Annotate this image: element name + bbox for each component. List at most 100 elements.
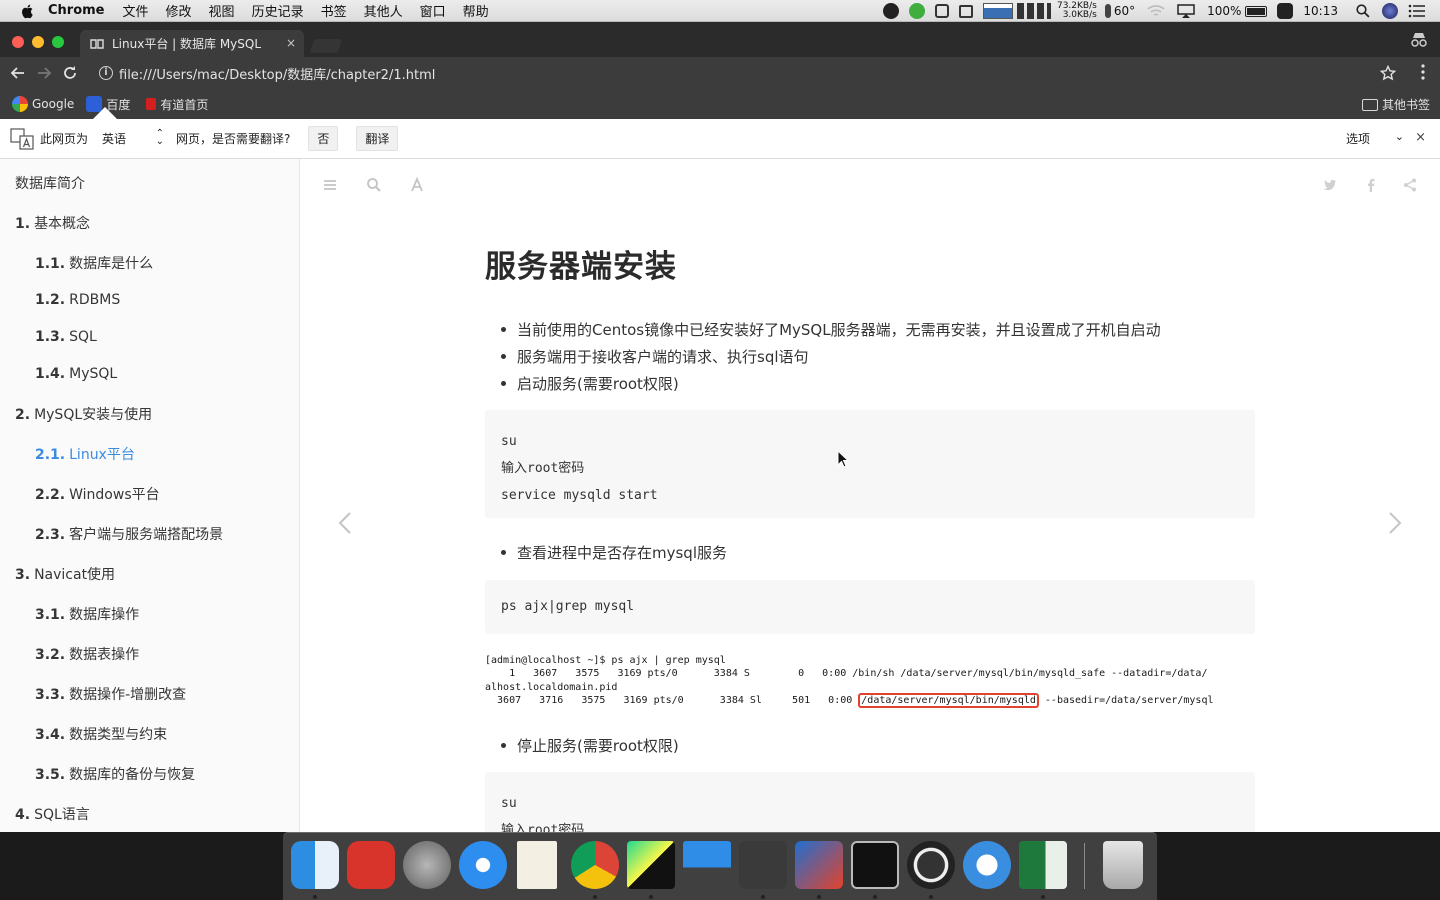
- nav-item-2-3[interactable]: 2.3. 客户端与服务端搭配场景: [35, 524, 223, 544]
- new-tab-button[interactable]: [309, 39, 343, 53]
- nav-item-intro[interactable]: 数据库简介: [15, 173, 85, 193]
- chrome-menu-icon[interactable]: [1420, 63, 1426, 81]
- nav-item-1[interactable]: 1. 基本概念: [15, 213, 90, 233]
- sublime-text-icon[interactable]: [739, 841, 787, 889]
- clock[interactable]: 10:13: [1303, 4, 1338, 18]
- nav-item-3-3[interactable]: 3.3. 数据操作-增删改查: [35, 684, 186, 704]
- sync-icon[interactable]: [1277, 3, 1294, 19]
- chevron-down-icon: ⌄: [1394, 130, 1404, 143]
- menu-bookmarks[interactable]: 书签: [321, 1, 347, 20]
- facebook-share-icon[interactable]: [1363, 177, 1379, 193]
- menu-edit[interactable]: 修改: [166, 1, 192, 20]
- toggle-sidebar-icon[interactable]: [322, 177, 338, 193]
- books-icon[interactable]: [963, 841, 1011, 889]
- close-window-button[interactable]: [12, 36, 24, 48]
- running-indicator: [313, 895, 317, 899]
- battery-icon[interactable]: [1245, 5, 1268, 17]
- nav-item-1-2[interactable]: 1.2. RDBMS: [35, 292, 120, 308]
- tab-active[interactable]: Linux平台 | 数据库 MySQL ×: [80, 30, 304, 57]
- nav-item-1-3[interactable]: 1.3. SQL: [35, 329, 97, 345]
- wifi-icon[interactable]: [1147, 4, 1165, 18]
- spotlight-search-icon[interactable]: [1356, 4, 1370, 18]
- scissors-icon[interactable]: [934, 4, 949, 18]
- back-arrow-icon[interactable]: [10, 65, 26, 81]
- excel-icon[interactable]: [1019, 841, 1067, 889]
- no-translate-button[interactable]: 否: [308, 126, 339, 151]
- nav-item-1-1[interactable]: 1.1. 数据库是什么: [35, 253, 153, 273]
- textedit-icon[interactable]: [517, 841, 557, 889]
- menu-view[interactable]: 视图: [209, 1, 235, 20]
- bookmark-star-icon[interactable]: [1380, 65, 1396, 81]
- menu-people[interactable]: 其他人: [364, 1, 403, 20]
- trash-icon[interactable]: [1103, 841, 1143, 889]
- site-info-icon[interactable]: i: [99, 66, 113, 80]
- nav-item-2[interactable]: 2. MySQL安装与使用: [15, 404, 152, 424]
- font-settings-icon[interactable]: [409, 177, 425, 193]
- list-item: 停止服务(需要root权限): [501, 737, 679, 755]
- running-indicator: [593, 895, 597, 899]
- menu-history[interactable]: 历史记录: [252, 1, 304, 20]
- search-icon[interactable]: [366, 177, 382, 193]
- tab-close-icon[interactable]: ×: [286, 36, 296, 50]
- launchpad-icon[interactable]: [403, 841, 451, 889]
- safari-icon[interactable]: [459, 841, 507, 889]
- google-icon: [12, 96, 28, 112]
- menu-help[interactable]: 帮助: [463, 1, 489, 20]
- minimize-window-button[interactable]: [32, 36, 44, 48]
- finder-icon[interactable]: [291, 841, 339, 889]
- translate-button[interactable]: 翻译: [356, 126, 399, 151]
- nav-item-3-5[interactable]: 3.5. 数据库的备份与恢复: [35, 764, 195, 784]
- terminal-icon[interactable]: [851, 841, 899, 889]
- share-icon[interactable]: [1402, 177, 1418, 193]
- nav-item-4[interactable]: 4. SQL语言: [15, 804, 90, 824]
- profile-incognito-icon[interactable]: [1410, 32, 1428, 48]
- keynote-icon[interactable]: [683, 841, 731, 889]
- mouse-cursor-icon: [837, 450, 849, 468]
- language-select[interactable]: 英语 ⌃ ⌄: [102, 128, 165, 147]
- bookmark-youdao[interactable]: 有道首页: [142, 96, 208, 113]
- code-block-ps-grep: ps ajx|grep mysql: [485, 580, 1255, 634]
- infobar-pointer: [92, 107, 118, 120]
- reload-icon[interactable]: [62, 65, 78, 81]
- virtualbox-icon[interactable]: [795, 841, 843, 889]
- notification-center-icon[interactable]: [1408, 4, 1426, 18]
- pycharm-icon[interactable]: [627, 841, 675, 889]
- infobar-close-icon[interactable]: ×: [1415, 130, 1426, 145]
- forward-arrow-icon[interactable]: [36, 65, 52, 81]
- obs-icon[interactable]: [907, 841, 955, 889]
- bookmark-google[interactable]: Google: [12, 96, 74, 112]
- chrome-icon[interactable]: [571, 841, 619, 889]
- upload-tray-icon[interactable]: [908, 3, 925, 19]
- zoom-window-button[interactable]: [52, 36, 64, 48]
- menu-window[interactable]: 窗口: [420, 1, 446, 20]
- temperature-value[interactable]: 60°: [1114, 4, 1135, 18]
- nav-item-3-2[interactable]: 3.2. 数据表操作: [35, 644, 139, 664]
- url-text[interactable]: file:///Users/mac/Desktop/数据库/chapter2/1…: [119, 64, 435, 83]
- twitter-share-icon[interactable]: [1322, 177, 1338, 193]
- menu-file[interactable]: 文件: [123, 1, 149, 20]
- translate-infobar: 此网页为 英语 ⌃ ⌄ 网页，是否需要翻译? 否 翻译 选项 ⌄ ×: [0, 107, 1440, 159]
- window-tray-icon[interactable]: [958, 4, 973, 18]
- apple-icon[interactable]: [20, 3, 36, 19]
- previous-page-arrow-icon[interactable]: [338, 511, 352, 535]
- nav-item-2-2[interactable]: 2.2. Windows平台: [35, 484, 160, 504]
- options-dropdown[interactable]: 选项 ⌄: [1346, 130, 1404, 147]
- nav-item-2-1-active[interactable]: 2.1. Linux平台: [35, 444, 135, 464]
- nav-item-3[interactable]: 3. Navicat使用: [15, 564, 115, 584]
- wechat-tray-icon[interactable]: [882, 3, 899, 19]
- next-page-arrow-icon[interactable]: [1388, 511, 1402, 535]
- other-bookmarks[interactable]: 其他书签: [1361, 96, 1430, 113]
- nav-item-3-4[interactable]: 3.4. 数据类型与约束: [35, 724, 167, 744]
- menu-app-name[interactable]: Chrome: [48, 3, 105, 18]
- status-tray: 73.2KB/s 3.0KB/s 60° 100% 10:13: [882, 0, 1440, 22]
- bookmark-label: Google: [32, 97, 75, 111]
- git-app-icon[interactable]: [347, 841, 395, 889]
- updown-chevron-icon: ⌃ ⌄: [155, 128, 165, 147]
- nav-item-1-4[interactable]: 1.4. MySQL: [35, 366, 117, 382]
- page-viewport: 数据库简介 1. 基本概念 1.1. 数据库是什么 1.2. RDBMS 1.3. SQ…: [0, 159, 1440, 832]
- translate-icon: [10, 127, 34, 150]
- siri-icon[interactable]: [1382, 3, 1398, 19]
- nav-item-3-1[interactable]: 3.1. 数据库操作: [35, 604, 139, 624]
- address-bar[interactable]: i file:///Users/mac/Desktop/数据库/chapter2…: [92, 61, 1404, 85]
- airplay-icon[interactable]: [1177, 4, 1195, 18]
